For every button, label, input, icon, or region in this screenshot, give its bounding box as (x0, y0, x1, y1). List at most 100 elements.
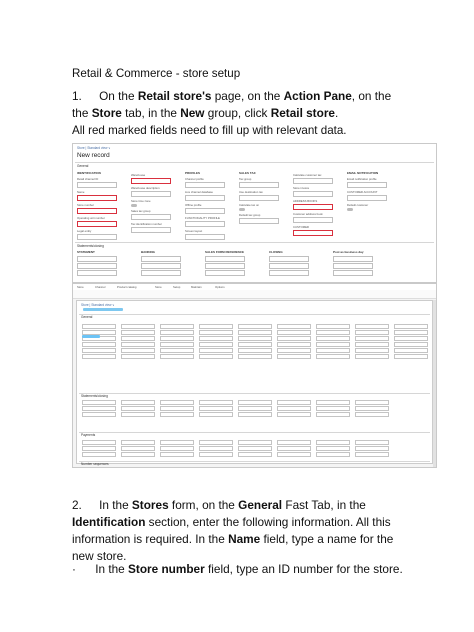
field-input[interactable] (277, 452, 311, 457)
field-input[interactable] (277, 330, 311, 335)
field-input[interactable] (121, 452, 155, 457)
scrollbar[interactable] (433, 300, 436, 467)
field-input[interactable] (316, 452, 350, 457)
field-input[interactable] (293, 217, 333, 223)
field-input[interactable] (160, 446, 194, 451)
field-input[interactable] (316, 440, 350, 445)
field-input[interactable] (347, 208, 353, 211)
field-input[interactable] (277, 400, 311, 405)
field-input[interactable] (160, 324, 194, 329)
field-input[interactable] (185, 182, 225, 188)
field-input[interactable] (199, 348, 233, 353)
field-input[interactable] (239, 208, 245, 211)
field-input[interactable] (160, 440, 194, 445)
field-input[interactable] (238, 406, 272, 411)
field-input[interactable] (205, 270, 245, 276)
field-input[interactable] (238, 336, 272, 341)
field-input[interactable] (355, 336, 389, 341)
field-input[interactable] (185, 221, 225, 227)
field-input[interactable] (277, 324, 311, 329)
field-input[interactable] (160, 348, 194, 353)
field-input[interactable] (131, 191, 171, 197)
field-input[interactable] (185, 234, 225, 240)
field-input[interactable] (277, 412, 311, 417)
field-input[interactable] (199, 324, 233, 329)
field-input[interactable] (121, 324, 155, 329)
field-input[interactable] (77, 263, 117, 269)
field-input[interactable] (355, 440, 389, 445)
field-input[interactable] (269, 256, 309, 262)
field-input[interactable] (316, 348, 350, 353)
field-input[interactable] (293, 204, 333, 210)
nav-tab[interactable]: Setup (173, 285, 180, 289)
field-input[interactable] (293, 230, 333, 236)
field-input[interactable] (141, 263, 181, 269)
field-input[interactable] (199, 354, 233, 359)
field-input[interactable] (355, 330, 389, 335)
field-input[interactable] (394, 342, 428, 347)
field-input[interactable] (160, 354, 194, 359)
field-input[interactable] (199, 446, 233, 451)
field-input[interactable] (355, 412, 389, 417)
field-input[interactable] (160, 452, 194, 457)
field-input[interactable] (347, 182, 387, 188)
field-input[interactable] (293, 191, 333, 197)
field-input[interactable] (239, 195, 279, 201)
field-input[interactable] (77, 208, 117, 214)
field-input[interactable] (77, 234, 117, 240)
field-input[interactable] (316, 330, 350, 335)
field-input[interactable] (160, 412, 194, 417)
field-input[interactable] (199, 342, 233, 347)
field-input[interactable] (333, 263, 373, 269)
field-input[interactable] (394, 348, 428, 353)
field-input[interactable] (269, 270, 309, 276)
field-input[interactable] (131, 178, 171, 184)
field-input[interactable] (238, 348, 272, 353)
field-input[interactable] (277, 406, 311, 411)
field-input[interactable] (355, 406, 389, 411)
field-input[interactable] (269, 263, 309, 269)
nav-tab[interactable]: Store (77, 285, 84, 289)
nav-tab[interactable]: Channel (95, 285, 105, 289)
field-input[interactable] (141, 270, 181, 276)
field-input[interactable] (77, 270, 117, 276)
field-input[interactable] (160, 330, 194, 335)
field-input[interactable] (131, 204, 137, 207)
field-input[interactable] (121, 446, 155, 451)
field-input[interactable] (82, 354, 116, 359)
field-input[interactable] (160, 406, 194, 411)
field-input[interactable] (316, 446, 350, 451)
field-input[interactable] (238, 412, 272, 417)
field-input[interactable] (394, 336, 428, 341)
field-input[interactable] (121, 348, 155, 353)
field-input[interactable] (77, 195, 117, 201)
field-input[interactable] (239, 182, 279, 188)
field-input[interactable] (355, 354, 389, 359)
nav-tab[interactable]: Maintain (191, 285, 202, 289)
field-input[interactable] (82, 440, 116, 445)
field-input[interactable] (121, 412, 155, 417)
field-input[interactable] (277, 446, 311, 451)
field-input[interactable] (316, 400, 350, 405)
field-input[interactable] (394, 330, 428, 335)
field-input[interactable] (355, 348, 389, 353)
field-input[interactable] (82, 412, 116, 417)
field-input[interactable] (394, 324, 428, 329)
field-input[interactable] (199, 412, 233, 417)
field-input[interactable] (121, 406, 155, 411)
field-input[interactable] (293, 178, 333, 184)
field-input[interactable] (160, 336, 194, 341)
field-input[interactable] (82, 324, 116, 329)
field-input[interactable] (82, 446, 116, 451)
field-input[interactable] (238, 330, 272, 335)
field-input[interactable] (199, 406, 233, 411)
field-input[interactable] (238, 400, 272, 405)
field-input[interactable] (355, 324, 389, 329)
field-input[interactable] (316, 324, 350, 329)
field-input[interactable] (77, 256, 117, 262)
field-input[interactable] (238, 354, 272, 359)
field-input[interactable] (185, 208, 225, 214)
field-input[interactable] (199, 336, 233, 341)
field-input[interactable] (355, 452, 389, 457)
field-input[interactable] (82, 342, 116, 347)
